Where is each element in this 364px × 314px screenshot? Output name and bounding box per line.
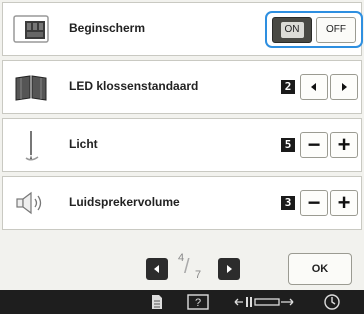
arrow-right-icon xyxy=(342,83,347,91)
setting-value: 3 xyxy=(281,196,295,210)
plus-button[interactable]: + xyxy=(330,132,358,158)
setting-label: LED klossenstandaard xyxy=(69,79,199,93)
on-off-toggle-group: ON OFF xyxy=(265,11,363,48)
setting-label: Beginscherm xyxy=(69,21,146,35)
home-screen-icon xyxy=(13,13,49,45)
bottom-taskbar: ? xyxy=(0,290,364,314)
speaker-icon xyxy=(13,187,49,219)
plus-icon: + xyxy=(337,190,351,215)
on-button-label: ON xyxy=(280,22,304,38)
plus-button[interactable]: + xyxy=(330,190,358,216)
sewing-view-icon[interactable] xyxy=(232,293,296,311)
setting-row-speaker-volume: Luidsprekervolume 3 − + xyxy=(2,176,362,230)
arrow-left-icon xyxy=(154,265,159,273)
setting-label: Luidsprekervolume xyxy=(69,195,180,209)
ok-button[interactable]: OK xyxy=(288,253,352,285)
plus-icon: + xyxy=(337,132,351,157)
previous-page-button[interactable] xyxy=(146,258,168,280)
page-total: 7 xyxy=(195,269,202,281)
decrease-arrow-button[interactable] xyxy=(300,74,328,100)
setting-row-start-screen: Beginscherm ON OFF xyxy=(2,2,363,56)
arrow-right-icon xyxy=(227,265,232,273)
on-button[interactable]: ON xyxy=(272,17,312,43)
minus-button[interactable]: − xyxy=(300,132,328,158)
page-separator: / xyxy=(184,256,190,278)
setting-row-light: Licht 5 − + xyxy=(2,118,362,172)
setting-row-led-spool-stand: LED klossenstandaard 2 xyxy=(2,60,362,114)
book-icon xyxy=(13,71,49,103)
clock-icon[interactable] xyxy=(322,293,342,311)
setting-value: 5 xyxy=(281,138,295,152)
needle-light-icon xyxy=(13,129,49,161)
arrow-left-icon xyxy=(311,83,316,91)
setting-label: Licht xyxy=(69,137,98,151)
svg-text:?: ? xyxy=(195,297,201,309)
help-icon[interactable]: ? xyxy=(186,293,210,311)
minus-icon: − xyxy=(307,190,321,215)
minus-icon: − xyxy=(307,132,321,157)
minus-button[interactable]: − xyxy=(300,190,328,216)
next-page-button[interactable] xyxy=(218,258,240,280)
off-button[interactable]: OFF xyxy=(316,17,356,43)
setting-value: 2 xyxy=(281,80,295,94)
settings-screen: Beginscherm ON OFF LED klossenstandaard … xyxy=(0,0,364,314)
increase-arrow-button[interactable] xyxy=(330,74,358,100)
page-icon[interactable] xyxy=(148,293,166,311)
